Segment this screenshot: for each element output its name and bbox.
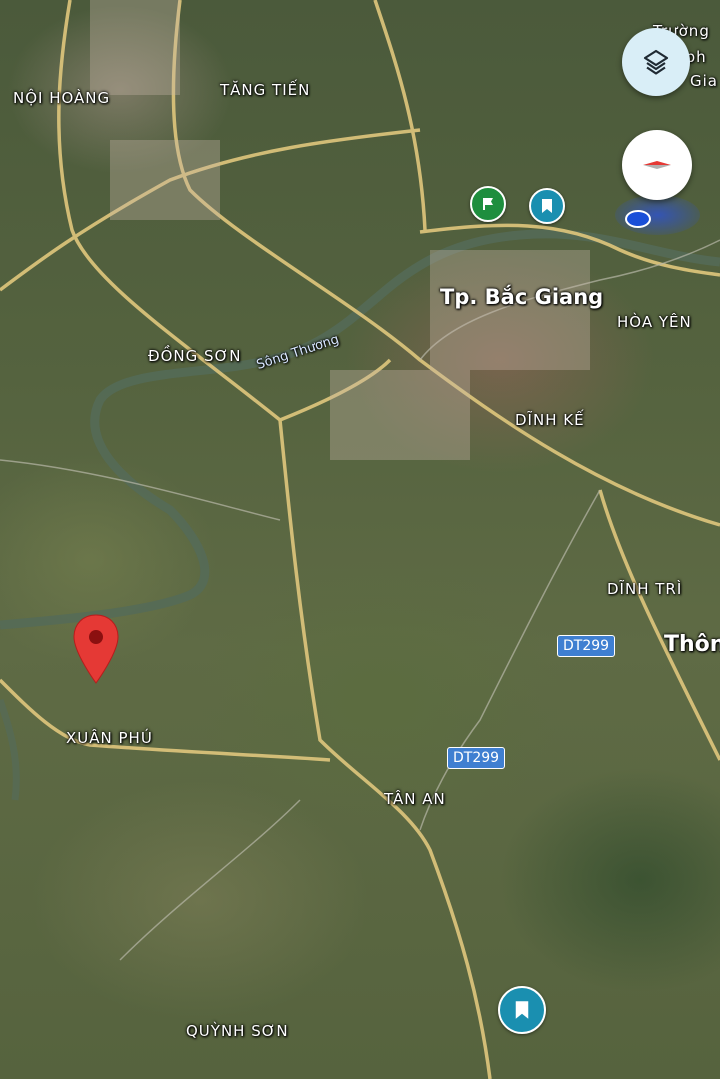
place-hoa-yen: HÒA YÊN [617,313,692,331]
place-tp-bac-giang[interactable]: Tp. Bắc Giang [440,285,603,309]
compass-icon [643,161,671,169]
place-truong-partial-3: Gia [690,72,718,90]
bookmark-icon [515,1001,529,1019]
road-shield-dt299-2: DT299 [447,747,506,769]
layers-button[interactable] [622,28,690,96]
my-location-dot[interactable] [625,210,651,228]
satellite-map[interactable]: NỘI HOÀNG TĂNG TIẾN Tp. Bắc Giang HÒA YÊ… [0,0,720,1079]
place-tang-tien: TĂNG TIẾN [220,81,311,99]
flag-icon [483,198,493,210]
saved-place-marker[interactable] [529,188,565,224]
road-shield-dt299: DT299 [557,635,616,657]
place-noi-hoang: NỘI HOÀNG [13,89,111,107]
selected-location-pin[interactable] [70,613,122,685]
place-thon: Thôn [664,632,720,657]
place-tan-an: TÂN AN [384,790,446,808]
place-dinh-ke: DĨNH KẾ [515,411,585,429]
roads-layer [0,0,720,1079]
flag-poi-marker[interactable] [470,186,506,222]
saved-place-marker-2[interactable] [498,986,546,1034]
place-dinh-tri: DĨNH TRÌ [607,580,683,598]
bookmark-icon [542,199,552,213]
compass-button[interactable] [622,130,692,200]
layers-icon [643,49,669,75]
place-quynh-son: QUỲNH SƠN [186,1022,289,1040]
place-dong-son: ĐỒNG SƠN [148,347,242,365]
place-xuan-phu: XUÂN PHÚ [66,729,153,747]
